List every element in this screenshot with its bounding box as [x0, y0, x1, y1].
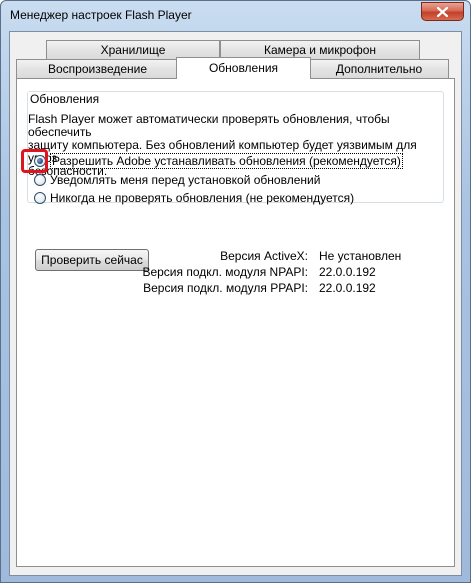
version-activex-value: Не установлен	[319, 249, 402, 263]
version-ppapi-label: Версия подкл. модуля PPAPI:	[143, 281, 308, 295]
tab-updates-label: Обновления	[208, 61, 279, 75]
option-never-label: Никогда не проверять обновления (не реко…	[50, 191, 355, 205]
version-npapi-label: Версия подкл. модуля NPAPI:	[142, 265, 308, 279]
highlight-box	[21, 149, 48, 173]
radio-never-check[interactable]	[34, 192, 46, 204]
tab-playback[interactable]: Воспроизведение	[16, 59, 179, 79]
version-npapi-row: Версия подкл. модуля NPAPI:	[108, 264, 308, 280]
option-never-check[interactable]: Никогда не проверять обновления (не реко…	[34, 190, 354, 206]
settings-manager-window: Менеджер настроек Flash Player Хранилище…	[0, 0, 471, 583]
tab-advanced-label: Дополнительно	[335, 62, 423, 76]
close-button[interactable]	[421, 2, 464, 21]
window-title: Менеджер настроек Flash Player	[10, 8, 192, 22]
tab-storage-label: Хранилище	[100, 43, 166, 57]
updates-group-title: Обновления	[28, 92, 102, 106]
tab-camera-microphone-label: Камера и микрофон	[263, 43, 377, 57]
radio-notify-before-install[interactable]	[34, 174, 46, 186]
version-activex-label: Версия ActiveX:	[220, 249, 308, 263]
version-ppapi-row: Версия подкл. модуля PPAPI:	[108, 280, 308, 296]
version-activex-row: Версия ActiveX:	[108, 248, 308, 264]
option-auto-install-label: Разрешить Adobe устанавливать обновления…	[50, 153, 403, 169]
option-notify-label: Уведомлять меня перед установкой обновле…	[50, 173, 321, 187]
close-icon	[437, 6, 448, 17]
tab-updates[interactable]: Обновления	[176, 57, 311, 79]
title-bar[interactable]: Менеджер настроек Flash Player	[1, 1, 470, 31]
description-line-1: Flash Player может автоматически проверя…	[28, 112, 390, 139]
tab-playback-label: Воспроизведение	[47, 62, 148, 76]
option-auto-install[interactable]: Разрешить Adobe устанавливать обновления…	[34, 153, 403, 169]
tab-advanced[interactable]: Дополнительно	[309, 59, 449, 79]
option-notify-before-install[interactable]: Уведомлять меня перед установкой обновле…	[34, 172, 320, 188]
version-ppapi-value: 22.0.0.192	[319, 281, 376, 295]
version-npapi-value: 22.0.0.192	[319, 265, 376, 279]
